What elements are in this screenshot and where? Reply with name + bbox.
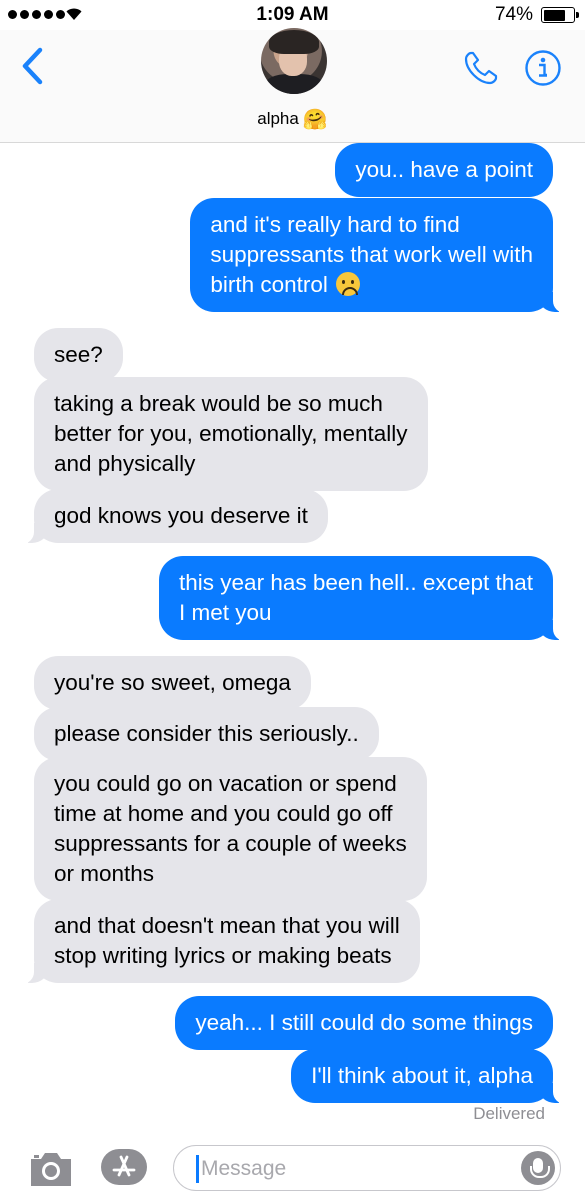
received-message-bubble[interactable]: taking a break would be so much better f… (34, 377, 428, 491)
received-message-bubble[interactable]: and that doesn't mean that you will stop… (14, 899, 420, 984)
hugging-face-emoji: 🤗 (302, 109, 328, 131)
info-icon[interactable] (524, 49, 562, 87)
sent-message-bubble[interactable]: you.. have a point (335, 143, 553, 197)
sent-message-bubble[interactable]: this year has been hell.. except that I … (159, 556, 573, 641)
received-message-bubble[interactable]: see? (34, 328, 123, 382)
frowning-face-emoji (336, 272, 361, 296)
contact-name: alpha (257, 109, 299, 128)
microphone-icon[interactable] (521, 1151, 555, 1185)
received-message-bubble[interactable]: you're so sweet, omega (34, 656, 311, 710)
delivery-status: Delivered (473, 1104, 545, 1123)
battery-percent: 74% (494, 4, 533, 25)
phone-icon[interactable] (463, 50, 499, 86)
received-message-bubble[interactable]: please consider this seriously.. (34, 707, 379, 761)
battery-icon (541, 7, 579, 23)
camera-icon[interactable] (28, 1149, 74, 1189)
status-bar: 1:09 AM 74% (0, 0, 585, 30)
received-message-bubble[interactable]: god knows you deserve it (14, 489, 328, 544)
app-store-icon[interactable] (99, 1147, 149, 1187)
received-message-bubble[interactable]: you could go on vacation or spend time a… (34, 757, 427, 901)
text-cursor (196, 1155, 199, 1183)
contact-name-label[interactable]: alpha 🤗 (0, 107, 585, 132)
contact-avatar[interactable] (261, 28, 327, 94)
message-input-bar: Message (0, 1135, 585, 1200)
message-placeholder: Message (201, 1157, 287, 1180)
message-input[interactable]: Message (173, 1145, 561, 1191)
sent-message-bubble[interactable]: yeah... I still could do some things (175, 996, 553, 1050)
message-thread: you.. have a point and it's really hard … (0, 143, 585, 1133)
conversation-header: alpha 🤗 (0, 28, 585, 143)
sent-message-bubble[interactable]: I'll think about it, alpha (291, 1049, 573, 1104)
back-chevron-icon[interactable] (18, 46, 48, 86)
sent-message-bubble[interactable]: and it's really hard to find suppressant… (190, 198, 573, 313)
